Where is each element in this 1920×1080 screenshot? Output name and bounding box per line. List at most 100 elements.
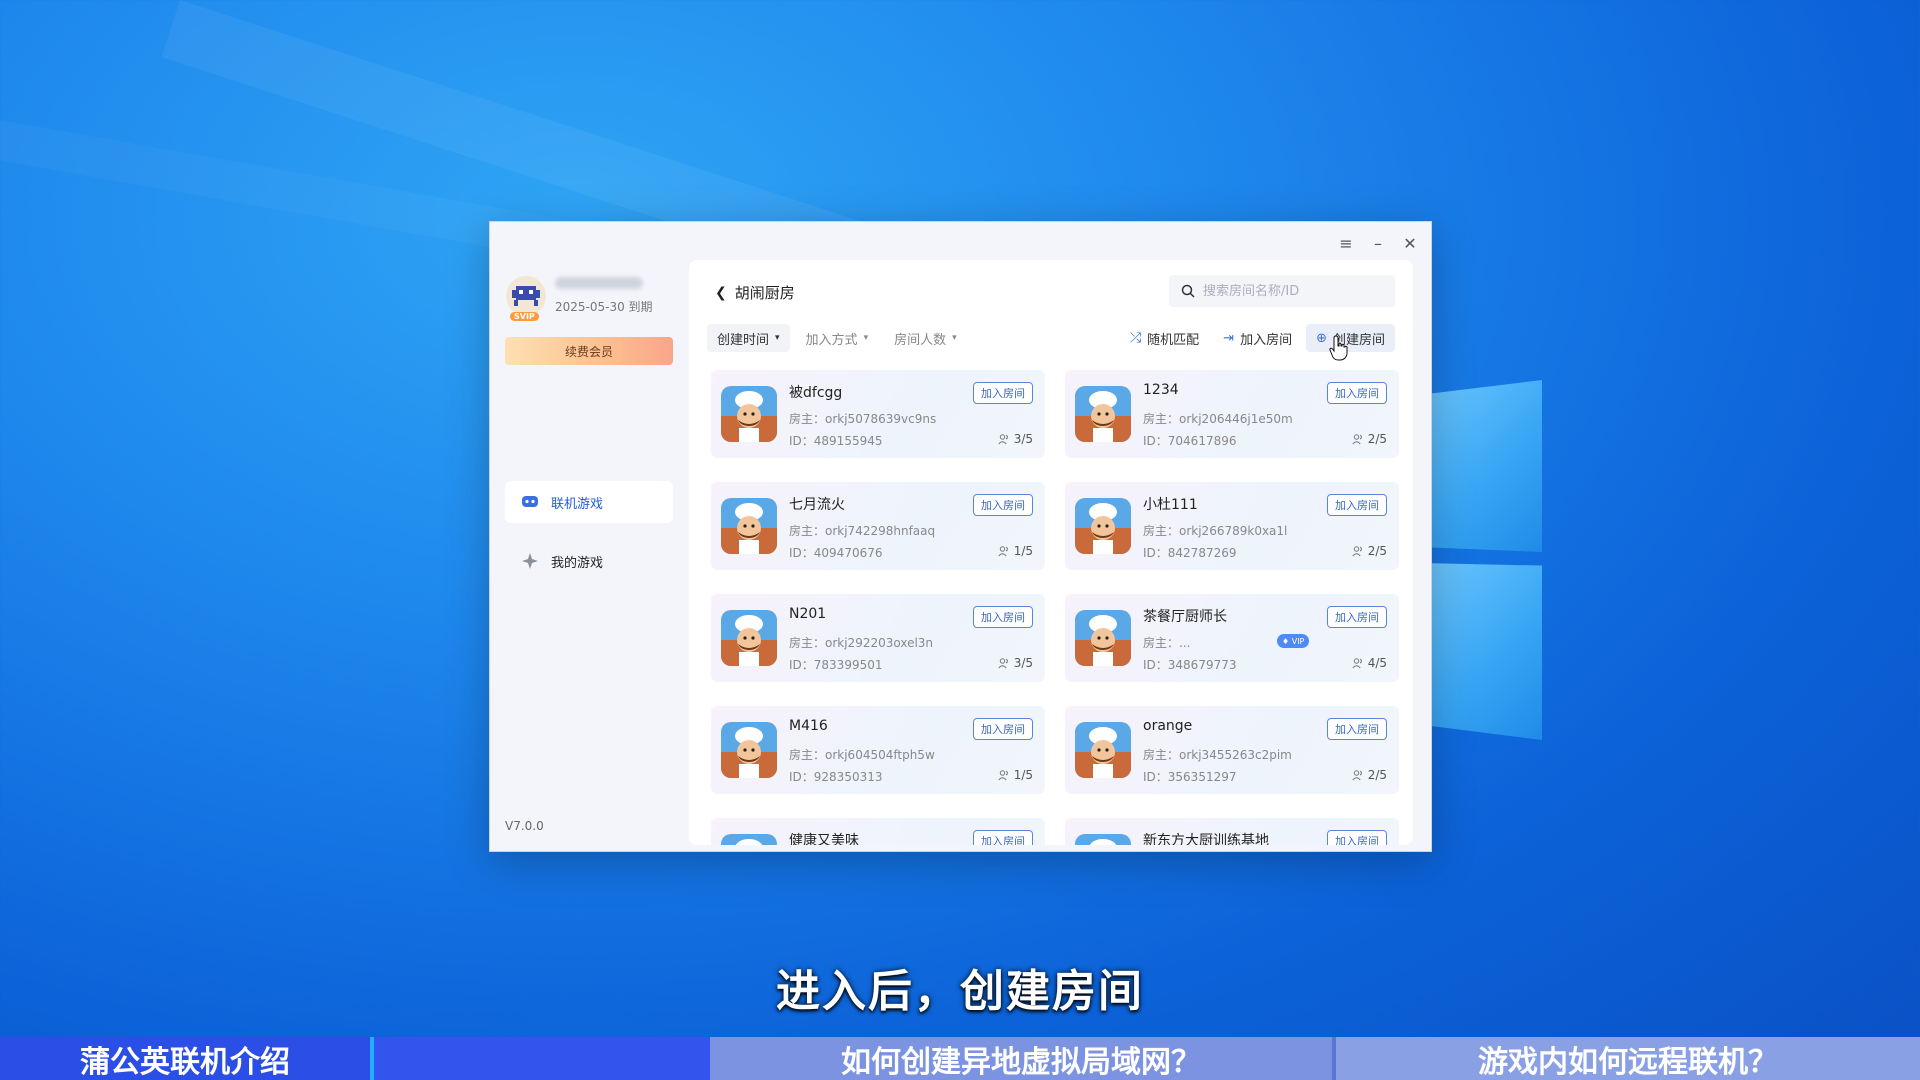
room-host: 房主：orkj5078639vc9ns (789, 412, 937, 426)
diamond-icon: ♦ (1282, 636, 1290, 646)
player-count-value: 2/5 (1367, 432, 1387, 446)
svip-badge: SVIP (510, 312, 539, 321)
filter-room-size[interactable]: 房间人数 ▾ (884, 324, 967, 352)
player-count: 1/5 (998, 544, 1033, 558)
room-card[interactable]: 茶餐厅厨师长 房主：... ID：348679773 加入房间 4/5 ♦ VI… (1065, 594, 1399, 682)
renew-membership-button[interactable]: 续费会员 (505, 337, 673, 365)
join-room-button[interactable]: 加入房间 (1327, 382, 1387, 404)
room-card[interactable]: orange 房主：orkj3455263c2pim ID：356351297 … (1065, 706, 1399, 794)
hand-cursor-icon (1329, 335, 1348, 361)
player-count-value: 2/5 (1367, 544, 1387, 558)
room-card[interactable]: 1234 房主：orkj206446j1e50m ID：704617896 加入… (1065, 370, 1399, 458)
player-count: 4/5 (1352, 656, 1387, 670)
chapter-2[interactable] (374, 1037, 710, 1080)
player-count: 3/5 (998, 432, 1033, 446)
main-panel: ❮ 胡闹厨房 创建时间 ▾ 加入方式 ▾ 房间人数 ▾ (689, 260, 1413, 845)
join-room-button[interactable]: 加入房间 (1327, 830, 1387, 845)
player-count-value: 2/5 (1367, 768, 1387, 782)
hamburger-icon[interactable]: ≡ (1337, 234, 1355, 253)
room-id: ID：783399501 (789, 658, 883, 672)
room-id: ID：704617896 (1143, 434, 1237, 448)
close-icon[interactable]: ✕ (1401, 234, 1419, 253)
room-host: 房主：orkj742298hnfaaq (789, 524, 936, 538)
chapter-3[interactable]: 如何创建异地虚拟局域网？ (710, 1037, 1332, 1080)
users-icon (998, 434, 1008, 445)
filter-join-method[interactable]: 加入方式 ▾ (796, 324, 879, 352)
chapter-1[interactable]: 蒲公英联机介绍 (0, 1037, 370, 1080)
room-host: 房主：orkj3455263c2pim (1143, 748, 1292, 762)
room-host: 房主：orkj604504ftph5w (789, 748, 935, 762)
player-count: 2/5 (1352, 432, 1387, 446)
users-icon (998, 658, 1008, 669)
game-icon (1075, 386, 1131, 442)
create-room-button[interactable]: ⊕ 创建房间 (1306, 324, 1395, 352)
sidebar: SVIP 2025-05-30 到期 续费会员 联机游戏 我的游戏 V7.0.0 (490, 222, 690, 851)
avatar[interactable] (506, 276, 546, 316)
vip-badge: ♦ VIP (1277, 634, 1310, 648)
minimize-icon[interactable]: – (1369, 234, 1387, 253)
room-card[interactable]: 新东方大厨训练基地 加入房间 (1065, 818, 1399, 845)
join-room-button[interactable]: ⇥ 加入房间 (1213, 324, 1302, 352)
chef-game-icon (721, 834, 777, 845)
version-label: V7.0.0 (505, 819, 544, 833)
plus-circle-icon: ⊕ (1316, 330, 1327, 346)
action-label: 加入房间 (1240, 332, 1293, 348)
chef-game-icon (721, 498, 777, 554)
chapter-bar: 蒲公英联机介绍 如何创建异地虚拟局域网？ 游戏内如何远程联机？ (0, 1037, 1920, 1080)
join-room-button[interactable]: 加入房间 (973, 718, 1033, 740)
window-controls: ≡ – ✕ (1337, 234, 1419, 253)
join-room-button[interactable]: 加入房间 (1327, 718, 1387, 740)
random-match-button[interactable]: ⤮ 随机匹配 (1120, 324, 1209, 352)
nav-my-games[interactable]: 我的游戏 (505, 540, 673, 582)
back-button[interactable]: ❮ 胡闹厨房 (715, 282, 795, 303)
chevron-down-icon: ▾ (775, 333, 780, 343)
room-card[interactable]: 七月流火 房主：orkj742298hnfaaq ID：409470676 加入… (711, 482, 1045, 570)
game-icon (721, 722, 777, 778)
search-input[interactable] (1203, 283, 1373, 299)
room-card[interactable]: M416 房主：orkj604504ftph5w ID：928350313 加入… (711, 706, 1045, 794)
room-name: 新东方大厨训练基地 (1143, 833, 1269, 845)
room-name: 1234 (1143, 382, 1179, 398)
chef-game-icon (1075, 610, 1131, 666)
game-icon (721, 498, 777, 554)
chef-game-icon (721, 386, 777, 442)
room-id: ID：348679773 (1143, 658, 1237, 672)
room-id: ID：489155945 (789, 434, 883, 448)
search-icon (1181, 284, 1195, 298)
chef-game-icon (1075, 722, 1131, 778)
join-room-button[interactable]: 加入房间 (973, 830, 1033, 845)
nav-label: 联机游戏 (551, 496, 604, 512)
space-invader-icon (512, 286, 540, 306)
chef-game-icon (721, 722, 777, 778)
chapter-4[interactable]: 游戏内如何远程联机？ (1336, 1037, 1920, 1080)
game-icon (1075, 834, 1131, 845)
player-count-value: 1/5 (1013, 544, 1033, 558)
filter-label: 加入方式 (805, 332, 858, 348)
vip-label: VIP (1291, 636, 1305, 646)
join-room-button[interactable]: 加入房间 (973, 606, 1033, 628)
nav-online-games[interactable]: 联机游戏 (505, 481, 673, 523)
room-card[interactable]: 被dfcgg 房主：orkj5078639vc9ns ID：489155945 … (711, 370, 1045, 458)
player-count: 2/5 (1352, 768, 1387, 782)
room-card[interactable]: N201 房主：orkj292203oxel3n ID：783399501 加入… (711, 594, 1045, 682)
users-icon (998, 770, 1008, 781)
filter-label: 创建时间 (717, 332, 770, 348)
gamepad-icon (522, 496, 538, 507)
chevron-down-icon: ▾ (863, 333, 869, 343)
join-room-button[interactable]: 加入房间 (1327, 494, 1387, 516)
game-icon (1075, 610, 1131, 666)
room-name: 茶餐厅厨师长 (1143, 609, 1227, 625)
join-room-button[interactable]: 加入房间 (1327, 606, 1387, 628)
nav-label: 我的游戏 (551, 555, 604, 571)
room-card[interactable]: 小杜111 房主：orkj266789k0xa1l ID：842787269 加… (1065, 482, 1399, 570)
action-label: 随机匹配 (1147, 332, 1200, 348)
room-name: 小杜111 (1143, 497, 1198, 513)
room-name: N201 (789, 606, 827, 622)
join-room-button[interactable]: 加入房间 (973, 382, 1033, 404)
join-room-button[interactable]: 加入房间 (973, 494, 1033, 516)
room-host: 房主：orkj266789k0xa1l (1143, 524, 1288, 538)
room-card[interactable]: 健康又美味 加入房间 (711, 818, 1045, 845)
filter-create-time[interactable]: 创建时间 ▾ (707, 324, 790, 352)
username-blurred (555, 277, 643, 289)
room-host: 房主：orkj292203oxel3n (789, 636, 934, 650)
